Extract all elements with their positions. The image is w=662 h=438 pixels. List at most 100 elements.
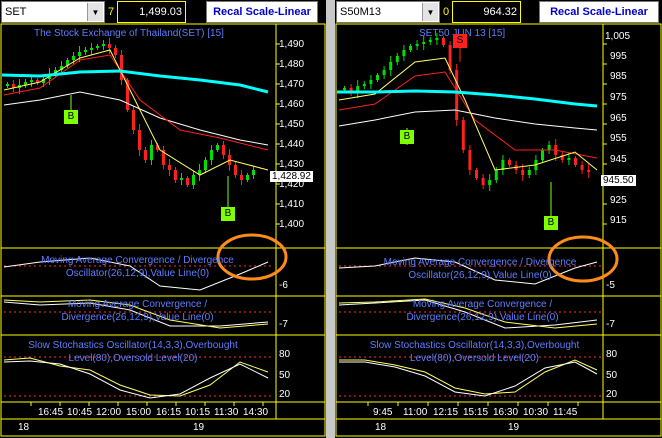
right-time-tick: 16:30	[493, 407, 519, 418]
right-time-tick: 11:45	[553, 407, 578, 418]
candle-body	[168, 165, 171, 170]
right-price-axis-tick: 1,005	[605, 31, 631, 42]
right-stoch-tick-50: 50	[606, 370, 618, 381]
candle-body	[102, 44, 105, 46]
candle-body	[521, 170, 525, 175]
right-buy-signal-icon: B	[544, 216, 558, 230]
right-macd-title: Moving Average Convergence / Divergence …	[383, 257, 577, 281]
candle-body	[174, 170, 177, 180]
right-time-tick: 9:45	[373, 407, 393, 418]
candle-body	[382, 70, 386, 75]
candle-body	[108, 44, 111, 48]
candle-body	[508, 160, 511, 165]
left-date-19: 19	[193, 422, 205, 433]
right-macd2-tick: -7	[606, 319, 615, 330]
candle-body	[376, 75, 379, 80]
candle-body	[428, 40, 432, 42]
right-time-tick: 15:15	[463, 407, 489, 418]
candle-body	[222, 145, 225, 155]
right-time-tick: 10:30	[523, 407, 549, 418]
candle-body	[389, 62, 393, 70]
left-time-tick: 10:15	[185, 407, 211, 418]
candle-body	[461, 120, 465, 150]
right-chart-panel: S50M13 ▼ 0 964.32 Recal Scale-Linear SET…	[335, 0, 662, 438]
left-chart-title: The Stock Exchange of Thailand(SET) [15]	[34, 28, 224, 39]
candle-body	[204, 160, 207, 170]
left-stoch-title: Slow Stochastics Oscillator(14,3,3),Over…	[28, 340, 238, 364]
candle-body	[481, 178, 485, 185]
left-time-tick: 14:30	[243, 407, 269, 418]
right-stoch-tick-20: 20	[606, 389, 618, 400]
left-stoch-tick-20: 20	[279, 389, 291, 400]
left-macd-title: Moving Average Convergence / Divergence …	[41, 255, 234, 279]
candle-body	[120, 55, 123, 80]
left-price-axis-tick: 1,450	[279, 119, 305, 130]
left-price-axis-tick: 1,460	[279, 99, 305, 110]
left-macd2-tick: -7	[279, 319, 288, 330]
left-price-axis-tick: 1,410	[279, 199, 305, 210]
right-price-axis-tick: 955	[610, 133, 627, 144]
candle-body	[150, 145, 153, 160]
right-sell-signal-icon: S	[453, 34, 467, 48]
right-macd-tick: -5	[606, 280, 615, 291]
left-chart-panel: SET ▼ 7 1,499.03 Recal Scale-Linear The …	[0, 0, 326, 438]
candle-body	[72, 56, 75, 60]
candle-body	[422, 42, 426, 44]
right-date-18: 18	[375, 422, 387, 433]
candle-body	[132, 110, 135, 130]
left-stoch-tick-50: 50	[279, 370, 291, 381]
right-price-axis-tick: 945	[610, 154, 627, 165]
candle-body	[409, 46, 412, 50]
candle-body	[96, 46, 99, 48]
right-time-tick: 11:00	[403, 407, 428, 418]
right-date-19: 19	[508, 422, 520, 433]
candle-body	[138, 130, 141, 150]
candle-body	[6, 84, 9, 86]
candle-body	[475, 170, 478, 178]
candle-body	[415, 44, 419, 46]
left-price-axis-tick: 1,490	[279, 39, 305, 50]
candle-body	[84, 50, 87, 52]
candle-body	[527, 170, 531, 175]
left-price-axis-tick: 1,400	[279, 219, 305, 230]
candle-body	[210, 150, 213, 160]
candle-body	[114, 48, 117, 55]
candle-body	[234, 165, 237, 175]
candle-body	[541, 150, 544, 160]
right-stoch-title: Slow Stochastics Oscillator(14,3,3),Over…	[369, 340, 580, 364]
candle-body	[240, 175, 243, 180]
left-price-axis-tick: 1,480	[279, 59, 305, 70]
left-last-price-tag: 1,428.92	[270, 171, 313, 182]
right-price-axis-tick: 965	[610, 113, 627, 124]
left-macd2-title: Moving Average Convergence / Divergence(…	[61, 299, 214, 323]
candle-body	[144, 150, 147, 160]
right-price-axis-tick: 985	[610, 71, 627, 82]
left-time-tick: 10:45	[67, 407, 93, 418]
moving-average-line	[338, 71, 598, 159]
candle-body	[78, 52, 81, 56]
candle-body	[252, 170, 255, 175]
left-buy-signal-icon: B	[64, 110, 78, 124]
right-buy-signal-icon: B	[400, 130, 414, 144]
candle-body	[494, 170, 498, 180]
left-time-tick: 12:00	[96, 407, 122, 418]
right-price-axis-tick: 925	[610, 195, 627, 206]
left-time-tick: 15:00	[126, 407, 152, 418]
candle-body	[455, 70, 459, 120]
candle-body	[468, 150, 472, 170]
right-last-price-tag: 945.50	[601, 175, 636, 186]
left-buy-signal-icon: B	[221, 207, 235, 221]
left-chart-canvas[interactable]	[0, 0, 326, 438]
candle-body	[587, 170, 591, 172]
left-price-axis-tick: 1,430	[279, 159, 305, 170]
right-price-axis-tick: 915	[610, 215, 627, 226]
moving-average-line	[1, 69, 269, 94]
candle-body	[30, 80, 33, 82]
candle-body	[362, 84, 366, 86]
candle-body	[343, 88, 346, 90]
right-macd2-title: Moving Average Convergence / Divergence(…	[406, 299, 559, 323]
right-price-axis-tick: 975	[610, 92, 627, 103]
candle-body	[216, 145, 219, 150]
candle-body	[186, 178, 189, 185]
candle-body	[192, 175, 195, 185]
